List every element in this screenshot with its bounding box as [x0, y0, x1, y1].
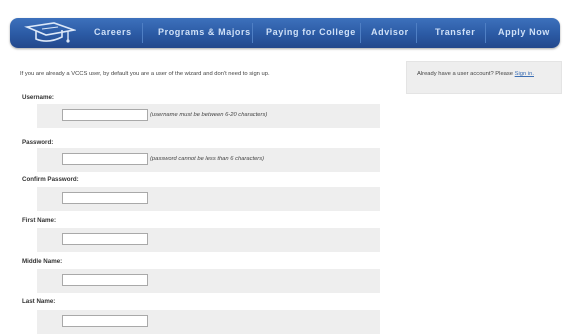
username-row: (username must be between 6-20 character…: [37, 104, 380, 128]
password-row: (password cannot be less than 6 characte…: [37, 148, 380, 172]
nav-separator: [142, 23, 143, 43]
nav-separator: [252, 23, 253, 43]
top-strip: [0, 0, 564, 18]
nav-separator: [485, 23, 486, 43]
nav-careers[interactable]: Careers: [94, 27, 132, 37]
sign-in-prompt: Already have a user account? Please Sign…: [417, 71, 534, 77]
username-input[interactable]: [62, 109, 148, 121]
password-label: Password:: [22, 139, 54, 146]
username-label: Username:: [22, 94, 54, 101]
sign-in-link[interactable]: Sign in.: [515, 71, 534, 77]
confirm-password-input[interactable]: [62, 192, 148, 204]
nav-programs-majors[interactable]: Programs & Majors: [158, 27, 251, 37]
confirm-password-label: Confirm Password:: [22, 176, 79, 183]
sign-in-box: Already have a user account? Please Sign…: [406, 61, 562, 94]
middle-name-row: [37, 269, 380, 293]
password-input[interactable]: [62, 153, 148, 165]
first-name-input[interactable]: [62, 233, 148, 245]
main-navigation: Careers Programs & Majors Paying for Col…: [10, 18, 560, 48]
nav-separator: [360, 23, 361, 43]
nav-transfer[interactable]: Transfer: [435, 27, 475, 37]
sign-in-prompt-text: Already have a user account? Please: [417, 71, 515, 77]
last-name-input[interactable]: [62, 315, 148, 327]
nav-apply-now[interactable]: Apply Now: [498, 27, 550, 37]
confirm-password-row: [37, 187, 380, 211]
intro-text: If you are already a VCCS user, by defau…: [20, 71, 270, 77]
first-name-label: First Name:: [22, 217, 57, 224]
last-name-row: [37, 310, 380, 334]
nav-separator: [416, 23, 417, 43]
password-hint: (password cannot be less than 6 characte…: [150, 156, 265, 162]
first-name-row: [37, 228, 380, 252]
nav-paying-for-college[interactable]: Paying for College: [266, 27, 356, 37]
username-hint: (username must be between 6-20 character…: [150, 112, 268, 118]
middle-name-input[interactable]: [62, 274, 148, 286]
graduation-cap-logo-icon[interactable]: [24, 21, 78, 45]
nav-advisor[interactable]: Advisor: [371, 27, 409, 37]
last-name-label: Last Name:: [22, 298, 56, 305]
middle-name-label: Middle Name:: [22, 258, 63, 265]
